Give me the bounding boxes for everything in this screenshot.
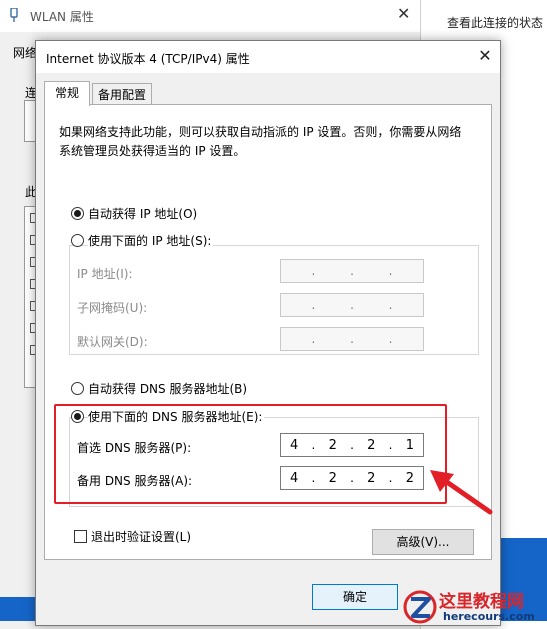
- auto-dns-label: 自动获得 DNS 服务器地址(B): [88, 380, 250, 397]
- validate-settings-label: 退出时验证设置(L): [91, 530, 192, 544]
- subnet-mask-field[interactable]: ...: [280, 293, 424, 317]
- subnet-mask-label: 子网掩码(U):: [77, 301, 148, 315]
- manual-ip-label: 使用下面的 IP 地址(S):: [88, 232, 214, 249]
- default-gateway-field[interactable]: ...: [280, 327, 424, 351]
- dns-highlight-box: [54, 404, 447, 504]
- close-icon[interactable]: ✕: [474, 45, 496, 67]
- validate-settings-checkbox[interactable]: [74, 530, 87, 543]
- auto-ip-label: 自动获得 IP 地址(O): [88, 205, 200, 222]
- view-connection-status-link[interactable]: 查看此连接的状态: [447, 14, 543, 31]
- auto-ip-radio[interactable]: [71, 207, 84, 220]
- ok-button[interactable]: 确定: [312, 584, 398, 610]
- manual-ip-radio[interactable]: [71, 234, 84, 247]
- ip-address-field[interactable]: ...: [280, 259, 424, 283]
- advanced-button[interactable]: 高级(V)...: [372, 529, 474, 555]
- wlan-label-network: 网络: [13, 46, 38, 60]
- default-gateway-label: 默认网关(D):: [77, 335, 148, 349]
- site-watermark: 这里教程网 herecours.com: [397, 584, 547, 629]
- tab-alternate-configuration[interactable]: 备用配置: [92, 83, 152, 106]
- watermark-title: 这里教程网: [439, 592, 524, 612]
- auto-dns-radio[interactable]: [71, 382, 84, 395]
- tab-general[interactable]: 常规: [44, 81, 90, 106]
- dialog-title: Internet 协议版本 4 (TCP/IPv4) 属性: [46, 52, 250, 66]
- ip-address-label: IP 地址(I):: [77, 267, 133, 281]
- description-text: 如果网络支持此功能，则可以获取自动指派的 IP 设置。否则，你需要从网络系统管理…: [59, 125, 462, 158]
- wlan-close-icon[interactable]: ✕: [397, 4, 410, 24]
- tcpip-properties-dialog: Internet 协议版本 4 (TCP/IPv4) 属性 ✕ 常规 备用配置 …: [35, 40, 501, 626]
- highlight-arrow-icon: [430, 470, 493, 515]
- network-adapter-icon: [10, 8, 18, 22]
- wlan-window-title: WLAN 属性: [30, 10, 94, 24]
- watermark-logo-icon: [403, 590, 437, 624]
- watermark-url: herecours.com: [443, 610, 535, 623]
- dialog-title-bar: Internet 协议版本 4 (TCP/IPv4) 属性 ✕: [36, 41, 500, 73]
